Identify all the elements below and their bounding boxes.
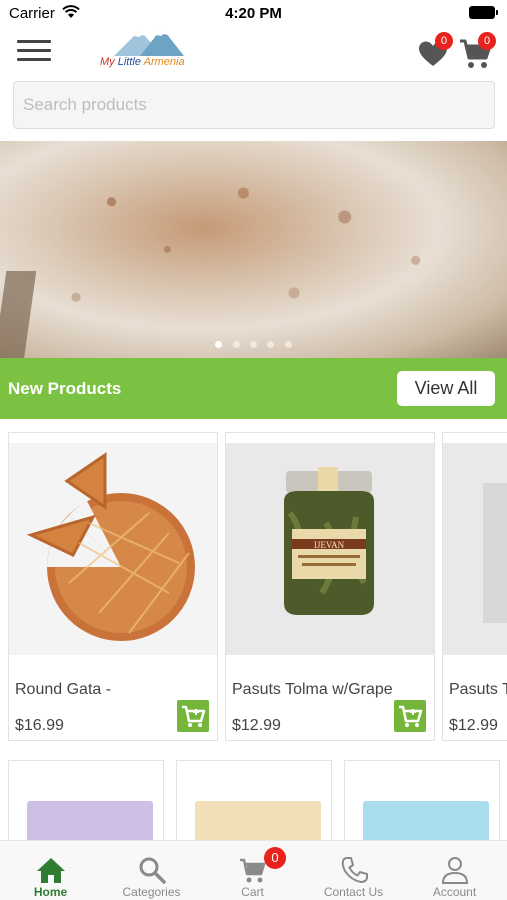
status-bar: Carrier 4:20 PM <box>0 0 507 28</box>
add-to-cart-button[interactable] <box>394 700 426 732</box>
add-cart-icon <box>182 705 206 727</box>
product-price: $16.99 <box>15 717 64 734</box>
tab-cart[interactable]: 0 Cart <box>202 841 303 900</box>
product-card[interactable] <box>176 760 332 850</box>
product-name: Pasuts T <box>449 681 507 698</box>
wishlist-count-badge: 0 <box>435 32 453 50</box>
tab-label: Home <box>33 885 68 899</box>
app-logo[interactable]: My Little Armenia <box>100 26 200 72</box>
add-to-cart-button[interactable] <box>177 700 209 732</box>
menu-icon <box>17 40 51 43</box>
carousel-dot[interactable] <box>250 341 257 348</box>
product-price: $12.99 <box>232 717 281 734</box>
product-name: Pasuts Tolma w/Grape <box>232 681 393 698</box>
product-image-tolma-jar <box>443 443 507 655</box>
promo-banner[interactable] <box>0 141 507 358</box>
carousel-dot[interactable] <box>267 341 275 348</box>
product-image-gata <box>9 443 217 655</box>
product-image-tolma-jar: IJEVAN <box>226 443 434 655</box>
clock: 4:20 PM <box>225 5 282 22</box>
search-box[interactable] <box>13 81 495 129</box>
wishlist-button[interactable]: 0 <box>418 32 453 66</box>
search-input[interactable] <box>14 82 494 128</box>
tab-categories[interactable]: Categories <box>101 841 202 900</box>
cart-icon <box>239 858 265 883</box>
battery-icon <box>469 6 498 19</box>
tab-label: Cart <box>241 885 264 899</box>
section-title: New Products <box>8 379 122 398</box>
product-card[interactable]: IJEVAN Pasuts Tolma w/Grape $12.99 <box>225 432 435 741</box>
menu-button[interactable] <box>17 38 51 64</box>
product-card[interactable] <box>344 760 500 850</box>
tab-account[interactable]: Account <box>404 841 505 900</box>
view-all-button[interactable]: View All <box>397 371 495 406</box>
tab-label: Account <box>432 885 477 899</box>
tab-label: Contact Us <box>323 885 384 899</box>
search-icon <box>139 857 166 884</box>
tab-contact-us[interactable]: Contact Us <box>303 841 404 900</box>
cart-count-badge: 0 <box>478 32 496 50</box>
home-icon <box>36 858 65 883</box>
logo-text: My Little Armenia <box>100 56 185 68</box>
tab-home[interactable]: Home <box>0 841 101 900</box>
product-card[interactable]: Pasuts T $12.99 <box>442 432 507 741</box>
lavash-bread-image <box>0 141 507 358</box>
app-header: My Little Armenia 0 0 <box>0 28 507 76</box>
bottom-tab-bar: Home Categories 0 Cart Contact Us Accoun… <box>0 840 507 900</box>
carousel-dot[interactable] <box>284 341 292 348</box>
add-cart-icon <box>399 705 423 727</box>
mountain-logo-icon <box>114 28 184 56</box>
tab-label: Categories <box>122 885 181 899</box>
header-cart-button[interactable]: 0 <box>459 32 497 68</box>
carousel-dots <box>0 335 507 353</box>
cart-tab-badge: 0 <box>264 847 286 869</box>
new-products-header: New Products View All <box>0 358 507 419</box>
product-card[interactable] <box>8 760 164 850</box>
carousel-dot[interactable] <box>215 341 223 348</box>
carousel-dot[interactable] <box>232 341 240 348</box>
product-price: $12.99 <box>449 717 498 734</box>
product-card[interactable]: Round Gata - $16.99 <box>8 432 218 741</box>
person-icon <box>441 857 468 884</box>
product-name: Round Gata - <box>15 681 112 698</box>
svg-text:IJEVAN: IJEVAN <box>314 540 345 550</box>
phone-icon <box>341 857 368 884</box>
